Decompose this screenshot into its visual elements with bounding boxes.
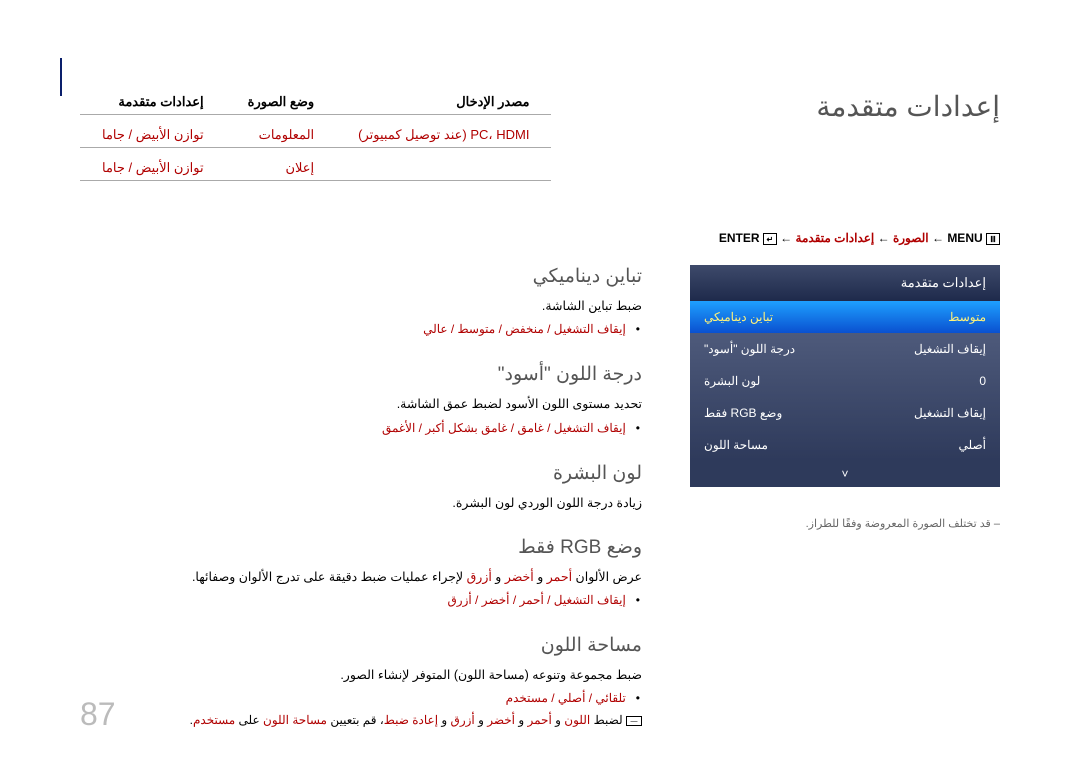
section-options: إيقاف التشغيل / غامق / غامق بشكل أكبر / … [80, 416, 642, 440]
col-cell: إعلان [226, 156, 337, 181]
osd-value: متوسط [948, 310, 986, 324]
breadcrumb-pic: الصورة [893, 231, 929, 245]
col-hdr-1: مصدر الإدخال [336, 90, 551, 115]
osd-label: وضع RGB فقط [704, 406, 782, 420]
osd-menu-panel: إعدادات متقدمة متوسط تباين ديناميكي إيقا… [690, 265, 1000, 487]
col-cell: PC، HDMI (عند توصيل كمبيوتر) [336, 123, 551, 148]
osd-scroll-down[interactable]: ˅ [690, 461, 1000, 487]
col-hdr-3: إعدادات متقدمة [80, 90, 226, 115]
col-hdr-2: وضع الصورة [226, 90, 337, 115]
breadcrumb: Ⅲ MENU ← الصورة ← إعدادات متقدمة ← ↵ ENT… [80, 231, 1000, 245]
section-options: إيقاف التشغيل / أحمر / أخضر / أزرق [80, 588, 642, 612]
section-text: ضبط مجموعة وتنوعه (مساحة اللون) المتوفر … [80, 665, 642, 686]
section-heading: وضع RGB فقط [80, 536, 642, 559]
section-note: — لضبط اللون و أحمر و أخضر و أزرق و إعاد… [80, 710, 642, 730]
chevron-down-icon: ˅ [841, 467, 848, 481]
osd-menu-row[interactable]: 0 لون البشرة [690, 365, 1000, 397]
section-rgb-only: وضع RGB فقط عرض الألوان أحمر و أخضر و أز… [80, 536, 642, 612]
title-row: إعدادات متقدمة مصدر الإدخال وضع الصورة إ… [80, 90, 1000, 189]
osd-menu-row[interactable]: أصلي مساحة اللون [690, 429, 1000, 461]
page-number: 87 [80, 696, 116, 733]
section-options: تلقائي / أصلي / مستخدم [80, 686, 642, 710]
osd-menu-row[interactable]: إيقاف التشغيل درجة اللون "أسود" [690, 333, 1000, 365]
section-heading: مساحة اللون [80, 634, 642, 657]
section-text: تحديد مستوى اللون الأسود لضبط عمق الشاشة… [80, 394, 642, 415]
osd-menu-header: إعدادات متقدمة [690, 265, 1000, 301]
section-flesh-tone: لون البشرة زيادة درجة اللون الوردي لون ا… [80, 462, 642, 514]
osd-menu-row-selected[interactable]: متوسط تباين ديناميكي [690, 301, 1000, 333]
osd-label: تباين ديناميكي [704, 310, 773, 324]
section-text: عرض الألوان أحمر و أخضر و أزرق لإجراء عم… [80, 567, 642, 588]
osd-label: درجة اللون "أسود" [704, 342, 795, 356]
menu-icon: Ⅲ [986, 233, 1000, 245]
side-rule [60, 58, 62, 96]
page-title: إعدادات متقدمة [816, 90, 1000, 123]
col-cell: المعلومات [226, 123, 337, 148]
section-black-tone: درجة اللون "أسود" تحديد مستوى اللون الأس… [80, 363, 642, 439]
osd-value: إيقاف التشغيل [914, 342, 986, 356]
menu-column: إعدادات متقدمة متوسط تباين ديناميكي إيقا… [690, 265, 1000, 753]
content-column: تباين ديناميكي ضبط تباين الشاشة. إيقاف ا… [80, 265, 642, 753]
osd-value: 0 [979, 374, 986, 388]
note-icon: — [626, 716, 642, 726]
model-footnote: – قد تختلف الصورة المعروضة وفقًا للطراز. [690, 517, 1000, 530]
col-cell: توازن الأبيض / جاما [80, 156, 226, 181]
section-text: ضبط تباين الشاشة. [80, 296, 642, 317]
breadcrumb-enter: ENTER [719, 231, 760, 245]
osd-value: أصلي [959, 438, 987, 452]
breadcrumb-adv: إعدادات متقدمة [796, 231, 875, 245]
osd-menu-row[interactable]: إيقاف التشغيل وضع RGB فقط [690, 397, 1000, 429]
osd-value: إيقاف التشغيل [914, 406, 986, 420]
page-content: إعدادات متقدمة مصدر الإدخال وضع الصورة إ… [80, 90, 1000, 753]
section-text: زيادة درجة اللون الوردي لون البشرة. [80, 493, 642, 514]
enter-icon: ↵ [763, 233, 777, 245]
col-cell [336, 156, 551, 181]
section-heading: لون البشرة [80, 462, 642, 485]
section-color-space: مساحة اللون ضبط مجموعة وتنوعه (مساحة الل… [80, 634, 642, 731]
osd-label: لون البشرة [704, 374, 760, 388]
breadcrumb-menu: MENU [947, 231, 982, 245]
section-heading: تباين ديناميكي [80, 265, 642, 288]
feature-table: مصدر الإدخال وضع الصورة إعدادات متقدمة P… [80, 90, 551, 189]
section-dynamic-contrast: تباين ديناميكي ضبط تباين الشاشة. إيقاف ا… [80, 265, 642, 341]
section-options: إيقاف التشغيل / منخفض / متوسط / عالي [80, 317, 642, 341]
col-cell: توازن الأبيض / جاما [80, 123, 226, 148]
section-heading: درجة اللون "أسود" [80, 363, 642, 386]
osd-label: مساحة اللون [704, 438, 768, 452]
